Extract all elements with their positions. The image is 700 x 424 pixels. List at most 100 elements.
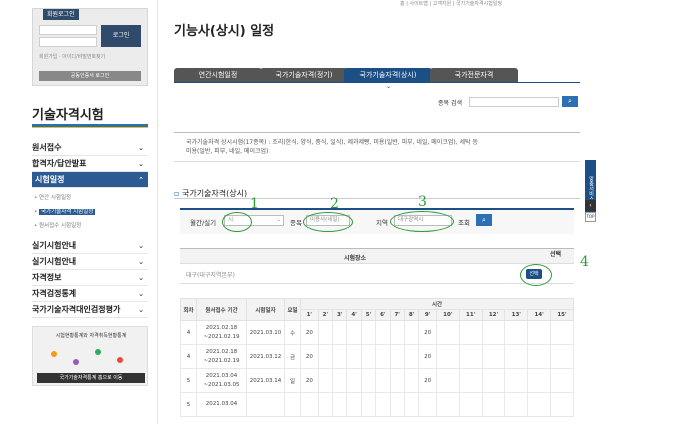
search-button[interactable]: ⌕ [562, 96, 578, 107]
hour-header: 4' [346, 309, 362, 321]
description-line: 국가기술자격 상시시험(17종목) : 조리(한식, 양식, 중식, 일식), … [186, 139, 478, 146]
hour-header: 12' [481, 309, 506, 321]
section-divider [174, 198, 580, 199]
account-links[interactable]: 회원가입 · 아이디/비밀번호찾기 [39, 53, 105, 60]
query-label: 조회 [458, 219, 470, 227]
col-day: 요일 [284, 298, 301, 321]
time-cell [300, 392, 319, 417]
menu-label: 자격검정통계 [32, 289, 77, 298]
col-round: 회차 [180, 298, 197, 321]
period-cell: 2021.02.18 ~2021.02.19 [196, 320, 247, 345]
sub-item-annual[interactable]: • 연간 시험일정 [34, 193, 71, 201]
schedule-table: 회차 원서접수 기간 시험일자 요일 시간 1' 2' 3' 4' 5' 6' … [180, 298, 574, 417]
annotation-circle [222, 212, 252, 232]
tab-national-professional[interactable]: 국가전문자격 [430, 68, 518, 82]
time-cell: 20 [300, 320, 319, 345]
bullet-icon: ▫ [174, 189, 180, 198]
round-cell: 4 [180, 320, 197, 345]
chevron-left-icon[interactable]: ‹ [585, 200, 596, 211]
hour-header: 8' [403, 309, 420, 321]
venue-table-header: 시험장소 선택 [180, 248, 574, 264]
time-cell: 20 [418, 320, 437, 345]
time-cell: 20 [300, 368, 319, 393]
menu-item-application[interactable]: 원서접수 ⌄ [32, 140, 148, 156]
top-nav[interactable]: 홈 | 사이트맵 | 고객지원 | 국가기술자격시험일정 [400, 0, 502, 7]
chevron-down-icon: ⌄ [138, 242, 144, 250]
venue-row: 대구(대구지역본부) 선택 [180, 266, 574, 284]
round-cell: 4 [180, 344, 197, 369]
chevron-up-icon: ⌃ [138, 176, 144, 184]
menu-label: 시험일정 [35, 175, 65, 184]
tab-underline [174, 82, 580, 83]
time-cell: 20 [418, 344, 437, 369]
menu-label: 자격정보 [32, 273, 62, 282]
query-button[interactable]: ⌕ [476, 214, 492, 226]
sub-item-application[interactable]: • 원서접수 시험일정 [34, 221, 81, 229]
date-cell: 2021.03.10 [246, 320, 285, 345]
search-input[interactable] [469, 97, 559, 107]
chart-dot-icon [95, 349, 101, 355]
hour-header: 1' [300, 309, 319, 321]
date-cell: 2021.03.12 [246, 344, 285, 369]
day-cell: 일 [284, 368, 301, 393]
left-menu-title: 기술자격시험 [32, 108, 104, 123]
chart-dot-icon [51, 351, 57, 357]
annotation-number: 2 [330, 196, 339, 212]
cert-login-button[interactable]: 공동인증서 로그인 [39, 71, 141, 81]
menu-item-schedule[interactable]: 시험일정 ⌃ [32, 172, 148, 188]
annotation-circle [303, 212, 353, 232]
day-cell: 수 [284, 320, 301, 345]
login-button[interactable]: 로그인 [101, 25, 141, 47]
table-row: 4 2021.02.18 ~2021.02.19 2021.03.12 금 20… [180, 344, 574, 369]
description-line: 미용(일반, 피부, 네일, 메이크업) [186, 148, 269, 155]
search-icon: ⌕ [568, 97, 572, 105]
chevron-down-icon: ⌄ [276, 217, 281, 223]
venue-name: 대구(대구지역본부) [186, 272, 235, 279]
year-label: 월간/실기 [190, 219, 217, 227]
table-row: 5 2021.03.04 ~2021.03.05 2021.03.14 일 20… [180, 368, 574, 393]
period-cell: 2021.03.04 ~2021.03.05 [196, 368, 247, 393]
scroll-top-button[interactable]: TOP [585, 212, 596, 222]
menu-item-evaluation[interactable]: 국가기술자격대인검정평가 ⌄ [32, 302, 148, 318]
type-label: 종목 [290, 219, 302, 227]
id-input[interactable] [39, 25, 97, 35]
hour-header: 6' [375, 309, 391, 321]
chart-dot-icon [73, 359, 79, 365]
tab-national-regular[interactable]: 국가기술자격(정기) [260, 68, 348, 82]
round-cell: 5 [180, 392, 197, 417]
hour-header: 10' [435, 309, 460, 321]
menu-item-practical[interactable]: 실기시험안내 ⌄ [32, 238, 148, 254]
hour-header: 2' [317, 309, 334, 321]
chevron-down-icon: ⌄ [138, 160, 144, 168]
chevron-down-icon: ⌄ [138, 306, 144, 314]
day-cell: 금 [284, 344, 301, 369]
annotation-number: 4 [580, 254, 589, 270]
column-divider [157, 0, 158, 424]
hour-header: 7' [389, 309, 405, 321]
chart-dot-icon [117, 357, 123, 363]
period-cell: 2021.03.04 [196, 392, 247, 417]
menu-item-statistics[interactable]: 자격검정통계 ⌄ [32, 286, 148, 302]
menu-item-practical-2[interactable]: 실기시험안내 ⌄ [32, 254, 148, 270]
tab-pointer-icon: ⌄ [386, 83, 392, 90]
menu-label: 원서접수 [32, 143, 62, 152]
col-time: 시간 [300, 298, 574, 310]
sub-item-national[interactable]: • 국가기술자격 시험일정 [34, 207, 96, 215]
tab-national-anytime[interactable]: 국가기술자격(상시) [344, 68, 432, 82]
statistics-home-button[interactable]: 국가기술자격통계 홈으로 이동 [37, 373, 145, 383]
menu-item-qualification[interactable]: 자격정보 ⌄ [32, 270, 148, 286]
menu-item-results[interactable]: 합격자/답안발표 ⌄ [32, 156, 148, 172]
chevron-down-icon: ⌄ [138, 144, 144, 152]
annotation-number: 1 [250, 196, 259, 212]
hour-header: 15' [550, 309, 574, 321]
time-cell [418, 392, 437, 417]
select-header: 선택 [550, 251, 562, 258]
statistics-banner[interactable]: 시험현황통계와 자격취득현황통계 국가기술자격통계 홈으로 이동 [32, 326, 148, 386]
tab-annual[interactable]: 연간시험일정 [174, 68, 262, 82]
member-login-label: 회원로그인 [43, 9, 79, 20]
place-header: 시험장소 [344, 255, 367, 262]
password-input[interactable] [39, 37, 97, 47]
col-date: 시험일자 [246, 298, 285, 321]
chevron-down-icon: ⌄ [138, 274, 144, 282]
section-title-text: 국가기술자격(상시) [181, 189, 248, 198]
